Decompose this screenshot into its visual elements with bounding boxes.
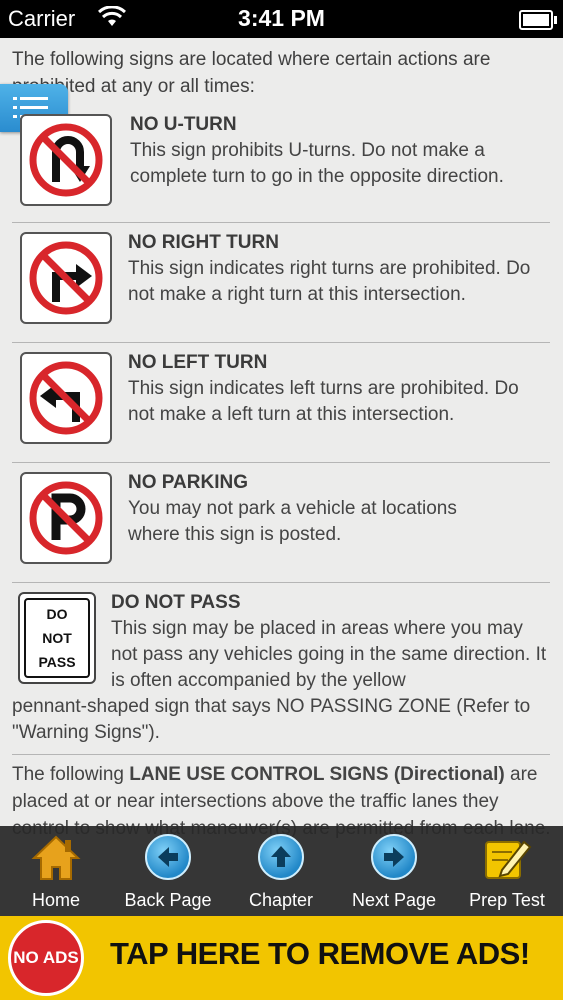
home-icon	[31, 834, 81, 887]
prep-test-label: Prep Test	[469, 890, 545, 910]
no-u-turn-sign-icon	[20, 114, 112, 206]
no-left-turn-sign-icon	[20, 352, 112, 444]
sign-title: NO U-TURN	[130, 114, 237, 135]
clock: 3:41 PM	[238, 5, 325, 31]
up-arrow-icon	[258, 834, 304, 880]
forward-arrow-icon	[371, 834, 417, 880]
intro-text: The following signs are located where ce…	[12, 49, 491, 97]
no-ads-badge: NO ADS	[8, 920, 84, 996]
sign-description-continued: pennant-shaped sign that says NO PASSING…	[12, 696, 531, 743]
no-parking-sign-icon	[20, 472, 112, 564]
chapter-label: Chapter	[248, 890, 314, 910]
sign-description: This sign may be placed in areas where y…	[111, 618, 547, 691]
sign-entry-no-u-turn: NO U-TURN This sign prohibits U-turns. D…	[12, 108, 550, 223]
back-page-label: Back Page	[124, 890, 212, 910]
remove-ads-banner[interactable]: NO ADS TAP HERE TO REMOVE ADS!	[0, 916, 563, 1000]
battery-icon	[519, 10, 557, 30]
chapter-content[interactable]: The following signs are located where ce…	[0, 38, 563, 908]
sign-title: NO RIGHT TURN	[128, 232, 279, 253]
next-page-label: Next Page	[351, 890, 437, 910]
status-bar: Carrier 3:41 PM	[0, 0, 563, 38]
lane-text: The following	[12, 764, 130, 785]
sign-entry-no-left-turn: NO LEFT TURN This sign indicates left tu…	[12, 342, 550, 463]
bottom-toolbar: Home Back Page Chapter Next Page Prep Te…	[0, 826, 563, 916]
remove-ads-text: TAP HERE TO REMOVE ADS!	[110, 936, 530, 971]
back-arrow-icon	[145, 834, 191, 880]
no-right-turn-sign-icon	[20, 232, 112, 324]
home-button[interactable]: Home	[0, 826, 112, 916]
sign-title: NO LEFT TURN	[128, 352, 268, 373]
do-not-pass-sign-icon: DO NOT PASS	[18, 592, 96, 684]
lane-bold-text: (Directional)	[393, 764, 505, 785]
next-page-button[interactable]: Next Page	[338, 826, 450, 916]
sign-title: DO NOT PASS	[111, 592, 241, 613]
notepad-pencil-icon	[482, 834, 532, 887]
chapter-button[interactable]: Chapter	[225, 826, 337, 916]
sign-title: NO PARKING	[128, 472, 248, 493]
sign-entry-no-parking: NO PARKING You may not park a vehicle at…	[12, 462, 550, 583]
sign-entry-no-right-turn: NO RIGHT TURN This sign indicates right …	[12, 222, 550, 343]
sign-description: This sign indicates left turns are prohi…	[128, 378, 519, 425]
back-page-button[interactable]: Back Page	[112, 826, 224, 916]
prep-test-button[interactable]: Prep Test	[451, 826, 563, 916]
sign-description: This sign prohibits U-turns. Do not make…	[130, 140, 504, 187]
lane-bold-text: LANE USE CONTROL SIGNS	[129, 764, 389, 785]
home-label: Home	[31, 890, 80, 910]
sign-description: You may not park a vehicle at locations …	[128, 498, 457, 545]
sign-entry-do-not-pass: DO NOT PASS DO NOT PASS This sign may be…	[12, 582, 550, 755]
sign-description: This sign indicates right turns are proh…	[128, 258, 531, 305]
